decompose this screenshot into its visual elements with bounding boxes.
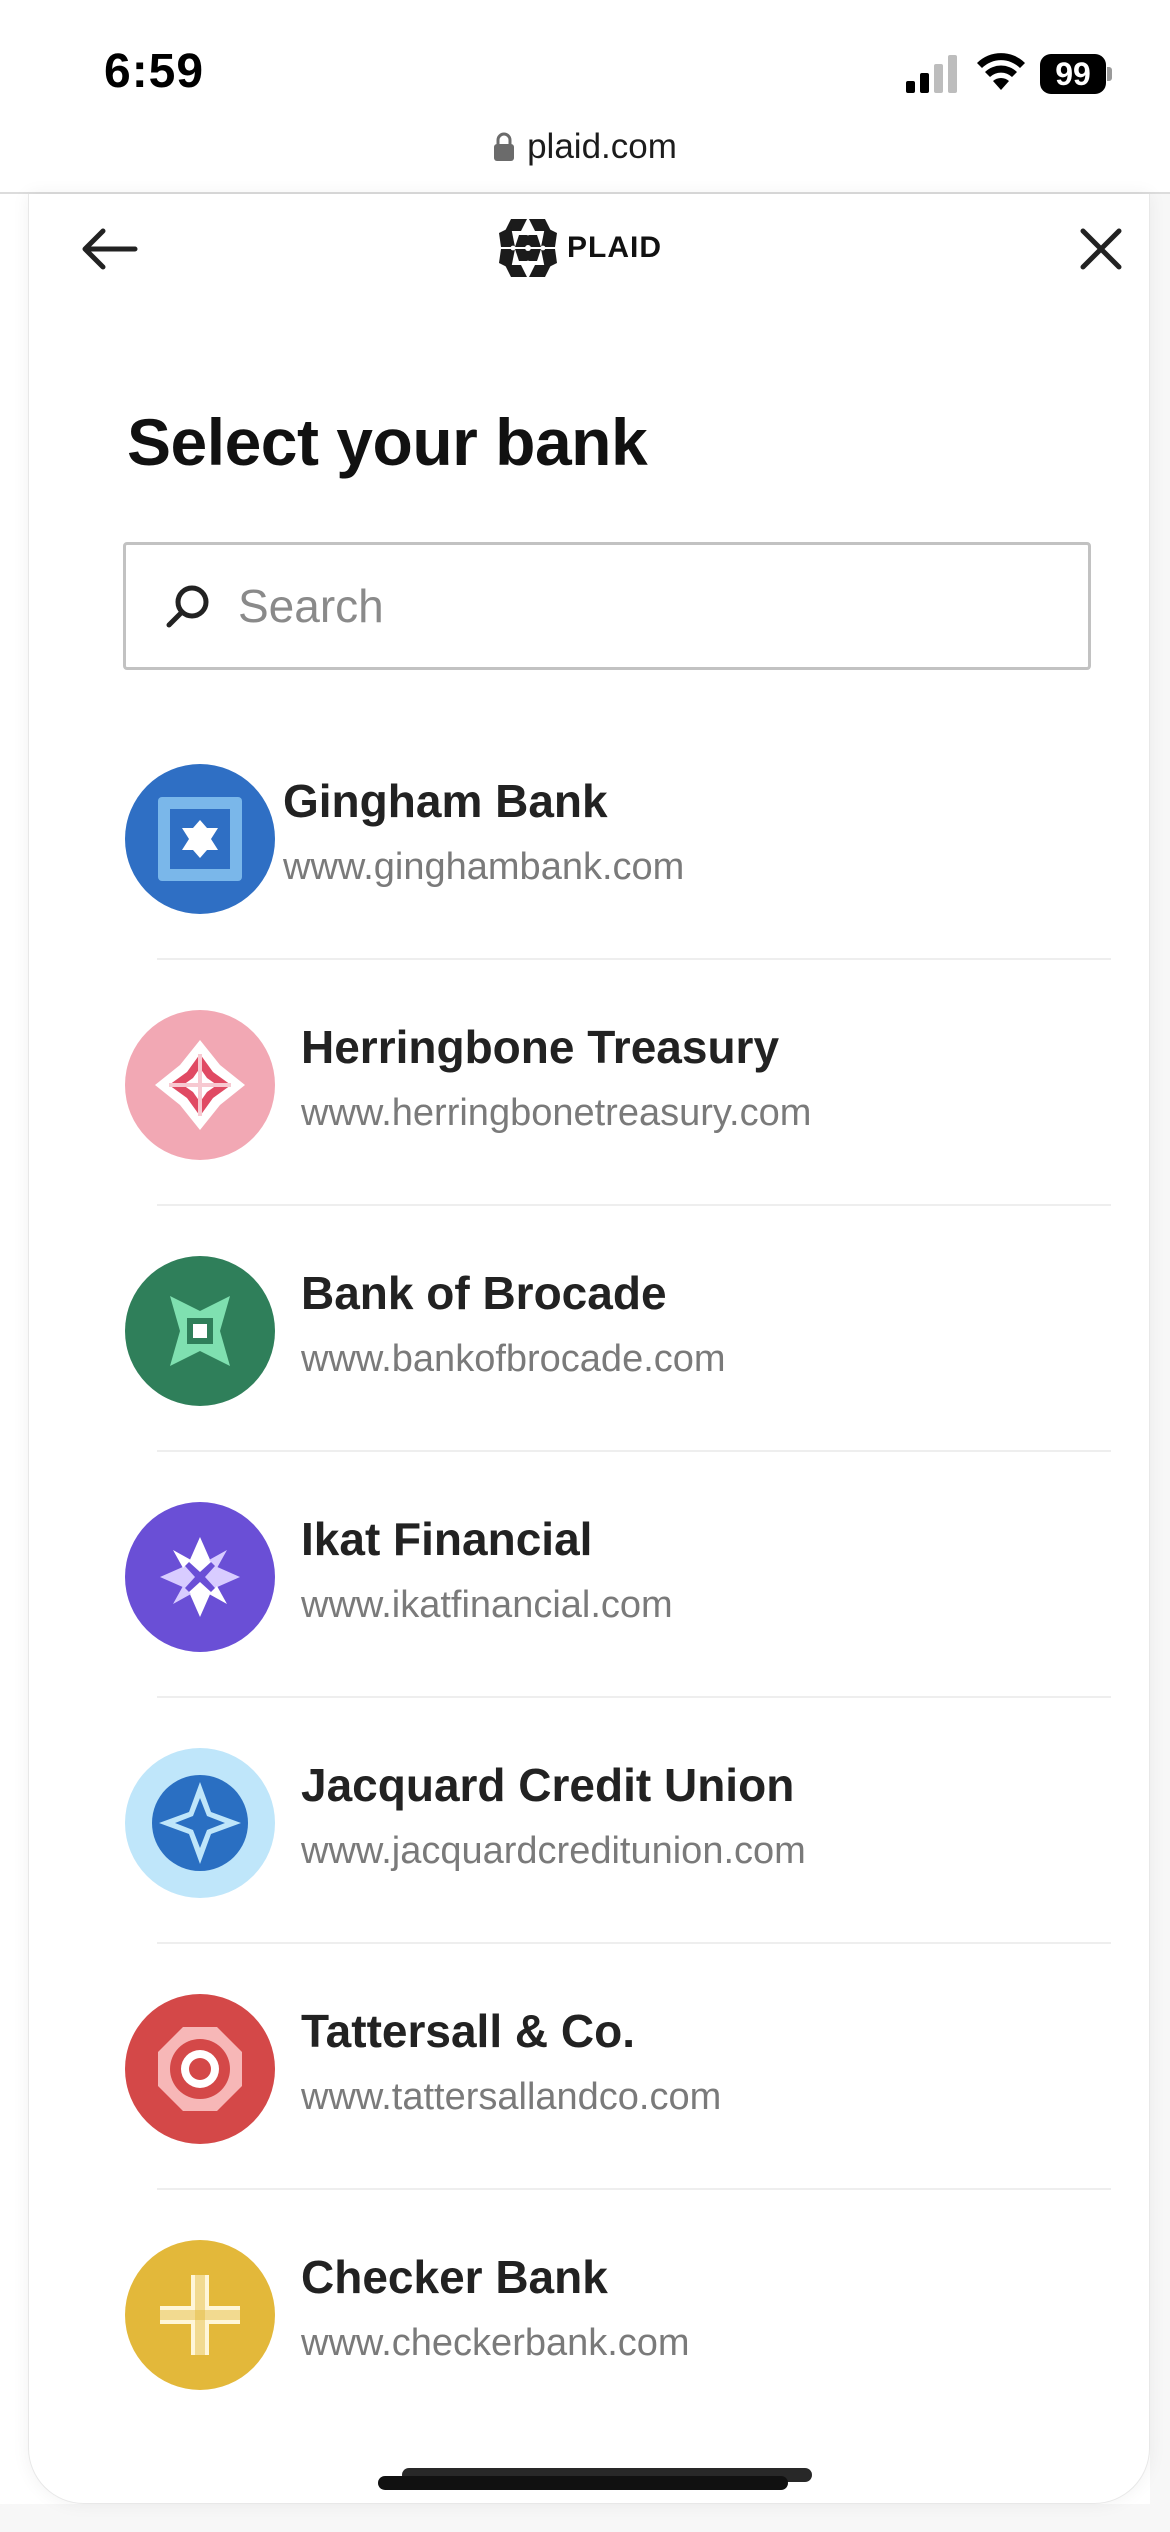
- bank-item-bank-of-brocade[interactable]: Bank of Brocade www.bankofbrocade.com: [109, 1206, 1111, 1452]
- url-text: plaid.com: [527, 127, 677, 166]
- bank-url: www.checkerbank.com: [301, 2322, 690, 2364]
- bank-item-herringbone-treasury[interactable]: Herringbone Treasury www.herringbonetrea…: [109, 960, 1111, 1206]
- home-indicator[interactable]: [378, 2476, 788, 2490]
- search-field[interactable]: [123, 542, 1091, 670]
- close-button[interactable]: [1061, 214, 1141, 284]
- tattersall-logo: [125, 1994, 275, 2144]
- bank-select-modal: PLAID Select your bank Search Gingham Ba…: [28, 194, 1150, 2504]
- battery-cap: [1107, 67, 1112, 81]
- bank-item-gingham-bank[interactable]: Gingham Bank www.ginghambank.com: [109, 714, 1111, 960]
- bank-url: www.tattersallandco.com: [301, 2076, 722, 2118]
- battery-level: 99: [1055, 56, 1091, 92]
- ikat-financial-logo: [125, 1502, 275, 1652]
- bank-name: Ikat Financial: [301, 1513, 593, 1565]
- jacquard-credit-union-logo: [125, 1748, 275, 1898]
- bank-name: Bank of Brocade: [301, 1267, 667, 1319]
- bank-name: Checker Bank: [301, 2251, 608, 2303]
- bank-item-jacquard-credit-union[interactable]: Jacquard Credit Union www.jacquardcredit…: [109, 1698, 1111, 1944]
- status-time: 6:59: [104, 45, 205, 98]
- bank-name: Tattersall & Co.: [301, 2005, 635, 2057]
- bank-url: www.ikatfinancial.com: [301, 1584, 673, 1626]
- search-icon: [166, 585, 209, 628]
- signal-icon: [906, 55, 957, 93]
- arrow-left-icon: [82, 228, 138, 270]
- bank-url: www.herringbonetreasury.com: [301, 1092, 812, 1134]
- status-bar: 6:59 99: [0, 0, 1170, 125]
- screen: 6:59 99 plaid.com PLAID Select your bank…: [0, 0, 1170, 2532]
- page-title: Select your bank: [127, 405, 648, 479]
- page-background: [1150, 194, 1170, 2532]
- search-input[interactable]: [238, 561, 1038, 651]
- bank-url: www.jacquardcreditunion.com: [301, 1830, 806, 1872]
- back-button[interactable]: [69, 214, 149, 284]
- bank-item-checker-bank[interactable]: Checker Bank www.checkerbank.com: [109, 2190, 1111, 2436]
- plaid-logo-icon: [499, 219, 557, 277]
- bank-item-tattersall[interactable]: Tattersall & Co. www.tattersallandco.com: [109, 1944, 1111, 2190]
- brand-name: PLAID: [567, 231, 662, 264]
- url-bar[interactable]: plaid.com: [0, 125, 1170, 193]
- gingham-bank-logo: [125, 764, 275, 914]
- herringbone-treasury-logo: [125, 1010, 275, 1160]
- page-background-bottom: [0, 2504, 1170, 2532]
- bank-item-ikat-financial[interactable]: Ikat Financial www.ikatfinancial.com: [109, 1452, 1111, 1698]
- bank-of-brocade-logo: [125, 1256, 275, 1406]
- close-icon: [1080, 228, 1122, 270]
- bank-url: www.bankofbrocade.com: [301, 1338, 726, 1380]
- url-display[interactable]: plaid.com: [493, 127, 677, 167]
- plaid-brand: PLAID: [497, 216, 662, 280]
- checker-bank-logo: [125, 2240, 275, 2390]
- bank-name: Herringbone Treasury: [301, 1021, 780, 1073]
- bank-name: Jacquard Credit Union: [301, 1759, 795, 1811]
- bank-url: www.ginghambank.com: [283, 846, 685, 888]
- battery-icon: 99: [1040, 54, 1112, 94]
- wifi-icon: [977, 53, 1025, 90]
- bank-name: Gingham Bank: [283, 775, 608, 827]
- lock-icon: [494, 132, 515, 161]
